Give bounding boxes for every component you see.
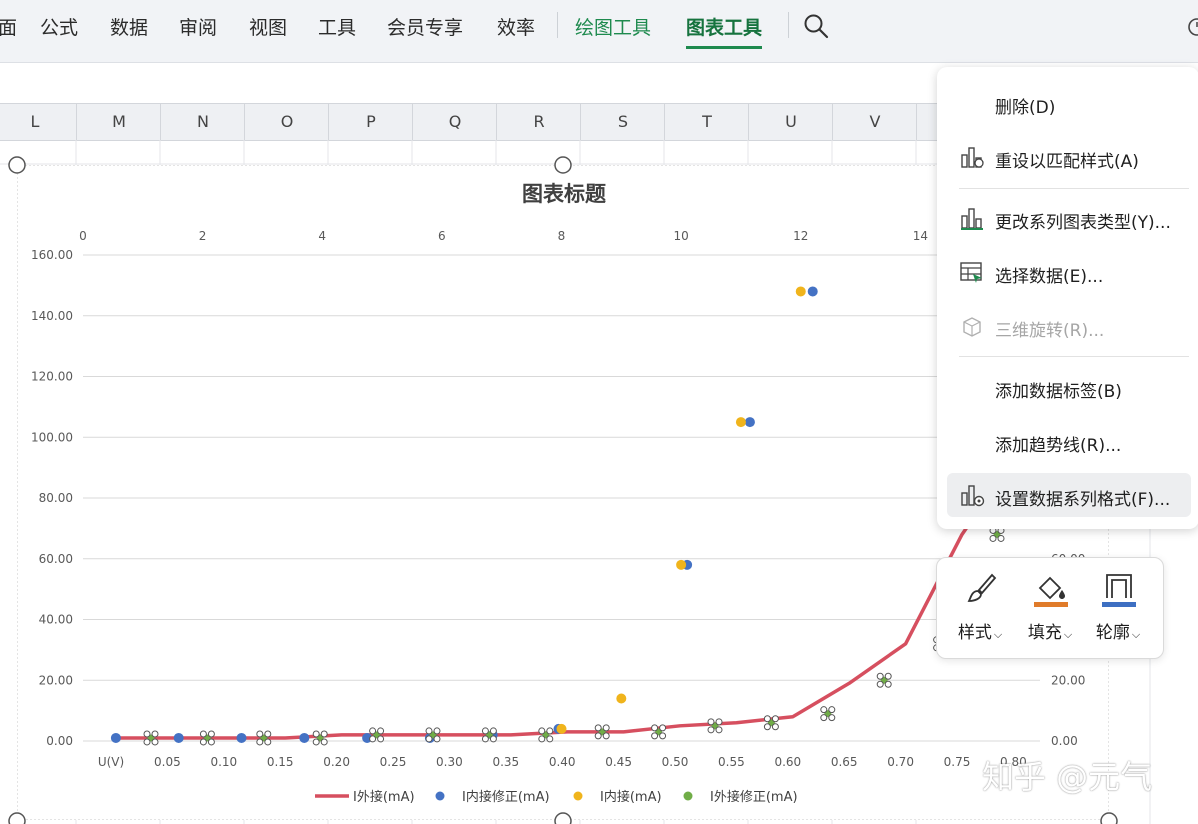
resize-handle-bottom-left[interactable] bbox=[8, 812, 26, 824]
resize-handle-top[interactable] bbox=[554, 156, 572, 174]
tab-chart-tools[interactable]: 图表工具 bbox=[686, 13, 763, 49]
column-header-t[interactable]: T bbox=[664, 104, 749, 140]
select-data-icon bbox=[960, 262, 982, 283]
menu-item-label: 添加趋势线(R)... bbox=[995, 436, 1122, 456]
ribbon: 面 公式 数据 审阅 视图 工具 会员专享 效率 绘图工具 图表工具 bbox=[0, 0, 1198, 63]
menu-item-select-data[interactable]: 选择数据(E)... bbox=[947, 250, 1191, 294]
menu-item-change-chart-type[interactable]: 更改系列图表类型(Y)... bbox=[947, 196, 1191, 240]
column-header-q[interactable]: Q bbox=[412, 104, 497, 140]
menu-item-label: 三维旋转(R)... bbox=[995, 321, 1105, 341]
column-header-v[interactable]: V bbox=[832, 104, 917, 140]
format-series-icon bbox=[961, 485, 985, 507]
menu-item-label: 删除(D) bbox=[995, 98, 1056, 118]
fill-button[interactable]: 填充 ⌵ bbox=[1015, 568, 1085, 652]
ribbon-separator bbox=[557, 12, 558, 38]
column-header-m[interactable]: M bbox=[76, 104, 161, 140]
rotate-3d-icon bbox=[963, 317, 981, 337]
fill-label: 填充 bbox=[1027, 623, 1062, 643]
search-icon[interactable] bbox=[803, 13, 829, 39]
style-button[interactable]: 样式 ⌵ bbox=[945, 568, 1015, 652]
menu-item-label: 更改系列图表类型(Y)... bbox=[995, 213, 1171, 233]
column-header-u[interactable]: U bbox=[748, 104, 833, 140]
menu-item-label: 选择数据(E)... bbox=[995, 267, 1104, 287]
tab-page[interactable]: 面 bbox=[0, 13, 17, 40]
tab-draw-tools[interactable]: 绘图工具 bbox=[575, 13, 651, 40]
menu-item-format-data-series[interactable]: 设置数据系列格式(F)... bbox=[947, 473, 1191, 517]
menu-item-label: 设置数据系列格式(F)... bbox=[995, 490, 1171, 510]
outline-label: 轮廓 bbox=[1095, 623, 1130, 643]
menu-item-label: 重设以匹配样式(A) bbox=[995, 152, 1139, 172]
column-header-s[interactable]: S bbox=[580, 104, 665, 140]
chevron-down-icon: ⌵ bbox=[1063, 628, 1073, 641]
column-header-n[interactable]: N bbox=[160, 104, 245, 140]
tab-data[interactable]: 数据 bbox=[110, 13, 148, 40]
menu-item-add-trendline[interactable]: 添加趋势线(R)... bbox=[947, 419, 1191, 463]
tab-view[interactable]: 视图 bbox=[249, 13, 287, 40]
tab-efficiency[interactable]: 效率 bbox=[497, 13, 535, 40]
ribbon-separator bbox=[788, 12, 789, 38]
outline-button[interactable]: 轮廓 ⌵ bbox=[1083, 568, 1153, 652]
tab-review[interactable]: 审阅 bbox=[179, 13, 217, 40]
reset-style-icon bbox=[961, 147, 984, 168]
menu-item-delete[interactable]: 删除(D) bbox=[947, 81, 1191, 125]
column-header-o[interactable]: O bbox=[244, 104, 329, 140]
history-icon[interactable] bbox=[1186, 16, 1198, 38]
menu-separator bbox=[959, 356, 1189, 357]
chevron-down-icon: ⌵ bbox=[1131, 628, 1141, 641]
column-header-l[interactable]: L bbox=[0, 104, 77, 140]
chart-type-icon bbox=[961, 208, 983, 230]
context-menu: 删除(D) 重设以匹配样式(A) 更改系列图表类型(Y)... 选择数据(E).… bbox=[937, 67, 1198, 529]
resize-handle-bottom[interactable] bbox=[554, 812, 572, 824]
fill-bucket-icon bbox=[1034, 576, 1068, 607]
tab-formula[interactable]: 公式 bbox=[40, 13, 78, 40]
tab-member[interactable]: 会员专享 bbox=[387, 13, 463, 40]
menu-separator bbox=[959, 188, 1189, 189]
menu-item-reset-style[interactable]: 重设以匹配样式(A) bbox=[947, 135, 1191, 179]
tab-tools[interactable]: 工具 bbox=[318, 13, 356, 40]
mini-toolbar: 样式 ⌵ 填充 ⌵ 轮廓 ⌵ bbox=[936, 557, 1164, 659]
resize-handle-bottom-right[interactable] bbox=[1100, 812, 1118, 824]
style-label: 样式 bbox=[957, 623, 992, 643]
column-header-p[interactable]: P bbox=[328, 104, 413, 140]
brush-icon bbox=[967, 573, 997, 602]
menu-item-label: 添加数据标签(B) bbox=[995, 382, 1122, 402]
menu-item-add-data-labels[interactable]: 添加数据标签(B) bbox=[947, 365, 1191, 409]
menu-item-3d-rotation: 三维旋转(R)... bbox=[947, 304, 1191, 348]
outline-icon bbox=[1102, 574, 1136, 607]
resize-handle-top-left[interactable] bbox=[8, 156, 26, 174]
column-header-r[interactable]: R bbox=[496, 104, 581, 140]
watermark: 知乎 @元气 bbox=[982, 758, 1153, 796]
chevron-down-icon: ⌵ bbox=[993, 628, 1003, 641]
